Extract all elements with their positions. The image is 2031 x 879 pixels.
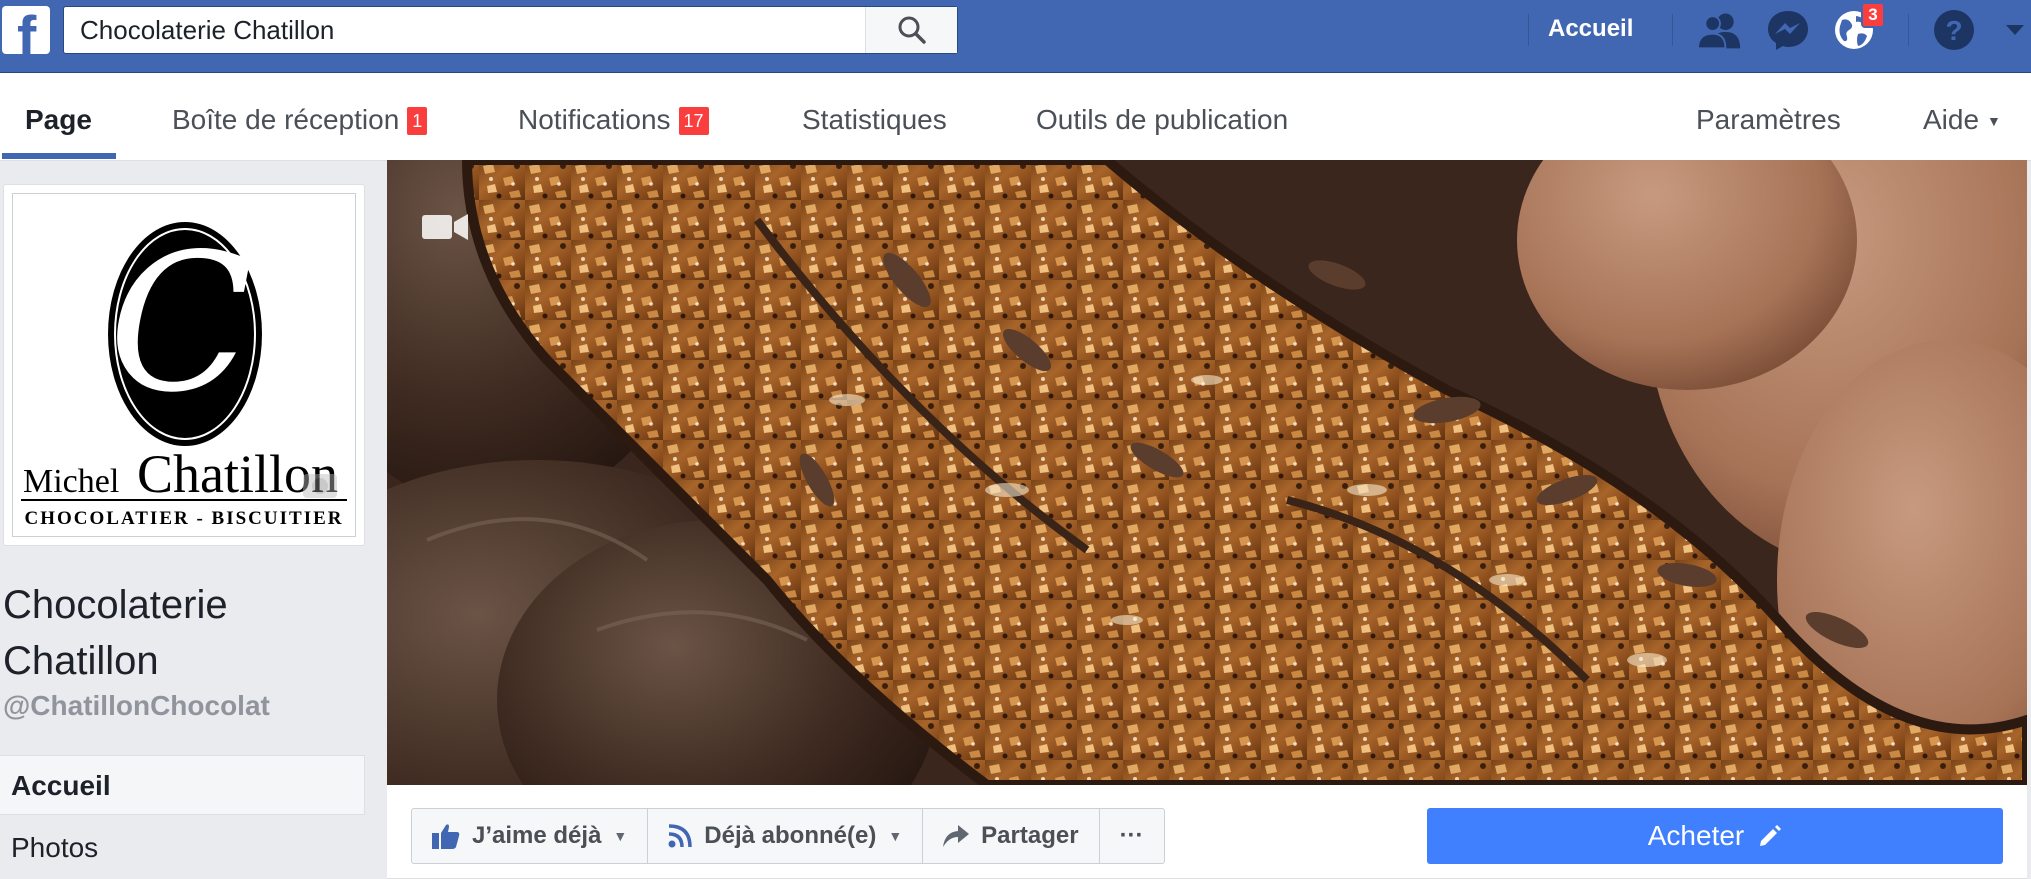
profile-picture[interactable]: C Michel Chatillon CHOCOLATIER - BISCUIT… bbox=[3, 184, 365, 546]
like-button[interactable]: J’aime déjà ▼ bbox=[412, 809, 649, 863]
tab-insights[interactable]: Statistiques bbox=[802, 73, 947, 161]
rss-follow-icon bbox=[668, 824, 693, 848]
tab-label: Statistiques bbox=[802, 104, 947, 135]
tab-inbox[interactable]: Boîte de réception 1 bbox=[172, 73, 428, 161]
follow-button-label: Déjà abonné(e) bbox=[704, 822, 877, 849]
notifications-count-badge: 17 bbox=[678, 107, 709, 135]
video-camera-icon[interactable] bbox=[422, 212, 468, 247]
tab-page[interactable]: Page bbox=[25, 73, 92, 161]
tab-label: Outils de publication bbox=[1036, 104, 1289, 135]
divider bbox=[1528, 14, 1529, 46]
left-nav-item-home[interactable]: Accueil bbox=[0, 755, 365, 815]
tab-publishing-tools[interactable]: Outils de publication bbox=[1036, 73, 1288, 161]
left-nav-item-photos[interactable]: Photos bbox=[0, 818, 365, 878]
divider bbox=[1672, 14, 1673, 46]
page-admin-navigation: Page Boîte de réception 1 Notifications 17… bbox=[0, 73, 2031, 161]
home-link[interactable]: Accueil bbox=[1548, 0, 1633, 58]
page-action-buttons: J’aime déjà ▼ Déjà abonné(e) ▼ Partager … bbox=[411, 808, 1165, 864]
svg-text:?: ? bbox=[1945, 15, 1962, 46]
camera-icon[interactable] bbox=[303, 474, 337, 498]
search-input[interactable] bbox=[64, 7, 864, 53]
facebook-logo-icon[interactable]: f bbox=[2, 6, 50, 54]
thumbs-up-icon bbox=[432, 823, 460, 849]
buy-button-label: Acheter bbox=[1647, 820, 1745, 851]
messenger-icon[interactable] bbox=[1766, 8, 1810, 52]
page-title[interactable]: Chocolaterie Chatillon bbox=[3, 577, 363, 689]
tab-label: Notifications bbox=[518, 104, 671, 135]
logo-first-name: Michel bbox=[23, 463, 119, 500]
account-menu-chevron-down-icon[interactable] bbox=[1998, 8, 2031, 52]
cover-image-florentines bbox=[387, 160, 2027, 785]
share-arrow-icon bbox=[943, 825, 970, 847]
follow-button[interactable]: Déjà abonné(e) ▼ bbox=[648, 809, 924, 863]
friend-requests-icon[interactable] bbox=[1698, 8, 1742, 52]
top-navigation-bar: f Accueil 3 ? bbox=[0, 0, 2031, 73]
search-icon bbox=[898, 16, 926, 44]
tab-label: Page bbox=[25, 104, 92, 135]
notifications-count-badge: 3 bbox=[1861, 2, 1885, 28]
pencil-edit-icon[interactable] bbox=[1758, 824, 1782, 848]
caret-down-icon: ▼ bbox=[1987, 113, 2001, 129]
like-button-label: J’aime déjà bbox=[472, 822, 602, 849]
brand-logo: C Michel Chatillon CHOCOLATIER - BISCUIT… bbox=[12, 193, 356, 537]
page-title-line: Chocolaterie bbox=[3, 583, 228, 627]
tab-settings[interactable]: Paramètres bbox=[1696, 73, 1841, 161]
page-title-line: Chatillon bbox=[3, 639, 159, 683]
page-username[interactable]: @ChatillonChocolat bbox=[3, 690, 270, 722]
inbox-count-badge: 1 bbox=[407, 107, 428, 135]
search-box bbox=[63, 6, 958, 54]
help-icon[interactable]: ? bbox=[1932, 8, 1976, 52]
more-options-button[interactable]: ··· bbox=[1100, 809, 1164, 863]
tab-notifications[interactable]: Notifications 17 bbox=[518, 73, 709, 161]
tab-label: Boîte de réception bbox=[172, 104, 400, 135]
page-action-bar: J’aime déjà ▼ Déjà abonné(e) ▼ Partager … bbox=[387, 785, 2027, 879]
more-ellipsis-icon: ··· bbox=[1119, 822, 1144, 849]
share-button[interactable]: Partager bbox=[923, 809, 1100, 863]
share-button-label: Partager bbox=[981, 822, 1079, 849]
tab-label: Paramètres bbox=[1696, 104, 1841, 135]
divider bbox=[1908, 14, 1909, 46]
caret-down-icon: ▼ bbox=[888, 828, 903, 844]
active-tab-indicator bbox=[2, 153, 116, 159]
tab-help[interactable]: Aide ▼ bbox=[1923, 73, 2001, 161]
search-button[interactable] bbox=[865, 7, 957, 53]
tab-label: Aide bbox=[1923, 104, 1980, 135]
buy-button[interactable]: Acheter bbox=[1427, 808, 2003, 864]
cover-photo[interactable] bbox=[387, 160, 2027, 785]
logo-tagline: CHOCOLATIER - BISCUITIER bbox=[25, 508, 344, 529]
michel-chatillon-logo: C Michel Chatillon CHOCOLATIER - BISCUIT… bbox=[21, 213, 347, 529]
logo-monogram: C bbox=[108, 213, 253, 434]
caret-down-icon: ▼ bbox=[613, 828, 628, 844]
